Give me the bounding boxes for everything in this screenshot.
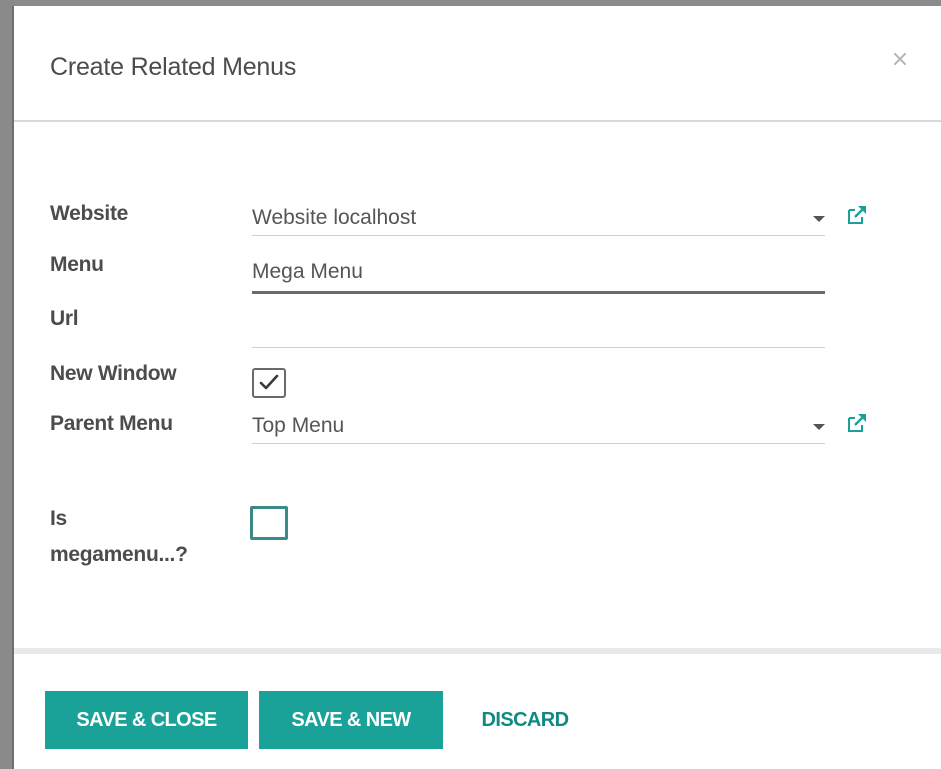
is-megamenu-label-line1: Is [50, 507, 67, 530]
dialog-title: Create Related Menus [50, 53, 297, 81]
external-link-icon[interactable] [846, 412, 868, 434]
dialog-footer: SAVE & CLOSE SAVE & NEW DISCARD [14, 648, 941, 769]
website-label: Website [50, 202, 129, 225]
parent-menu-label: Parent Menu [50, 412, 173, 435]
dialog-header: Create Related Menus [14, 6, 941, 122]
discard-button[interactable]: DISCARD [460, 691, 590, 749]
checkmark-icon [259, 374, 279, 390]
menu-label: Menu [50, 253, 104, 276]
url-input[interactable] [252, 309, 825, 348]
menu-value: Mega Menu [252, 260, 363, 283]
parent-menu-select[interactable]: Top Menu [252, 408, 825, 444]
website-select[interactable]: Website localhost [252, 200, 825, 236]
save-new-button[interactable]: SAVE & NEW [259, 691, 443, 749]
external-link-icon[interactable] [846, 204, 868, 226]
new-window-checkbox[interactable] [252, 368, 286, 398]
url-label: Url [50, 307, 79, 330]
parent-menu-value: Top Menu [252, 414, 345, 437]
create-related-menus-dialog: Create Related Menus Website Website loc… [12, 6, 941, 769]
is-megamenu-checkbox[interactable] [250, 506, 288, 540]
menu-input[interactable]: Mega Menu [252, 254, 825, 294]
chevron-down-icon[interactable] [813, 216, 825, 222]
is-megamenu-label-line2: megamenu...? [50, 543, 188, 566]
close-icon[interactable] [889, 48, 911, 70]
chevron-down-icon[interactable] [813, 424, 825, 430]
new-window-label: New Window [50, 362, 177, 385]
website-value: Website localhost [252, 206, 417, 229]
form-body: Website Website localhost Menu Mega Menu… [14, 122, 941, 650]
save-close-button[interactable]: SAVE & CLOSE [45, 691, 248, 749]
